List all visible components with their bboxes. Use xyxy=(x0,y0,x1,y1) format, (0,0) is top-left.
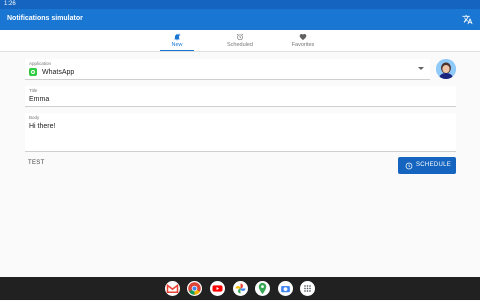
alarm-clock-icon xyxy=(236,33,244,41)
avatar[interactable] xyxy=(436,59,456,79)
maps-icon[interactable] xyxy=(255,281,270,296)
tab-new-label: New xyxy=(171,42,183,48)
status-bar: 1:26 xyxy=(0,0,480,9)
camera-icon[interactable] xyxy=(278,281,293,296)
tab-favorites[interactable]: Favorites xyxy=(268,30,338,51)
test-button[interactable]: TEST xyxy=(28,160,45,166)
clock-icon xyxy=(405,162,413,169)
status-time: 1:26 xyxy=(4,1,16,7)
schedule-label: SCHEDULE xyxy=(416,162,452,168)
application-label: Application xyxy=(29,61,52,66)
youtube-icon[interactable] xyxy=(210,281,225,296)
title-label: Title xyxy=(29,88,38,93)
application-select[interactable]: Application WhatsApp xyxy=(25,59,430,80)
heart-icon xyxy=(299,34,307,41)
title-field[interactable]: Title Emma xyxy=(25,86,456,107)
app-title: Notifications simulator xyxy=(7,15,83,22)
whatsapp-icon xyxy=(29,68,37,76)
tab-scheduled-label: Scheduled xyxy=(227,42,253,48)
app-bar: Notifications simulator xyxy=(0,9,480,30)
translate-icon[interactable] xyxy=(462,14,473,25)
tab-new[interactable]: New xyxy=(142,30,212,51)
schedule-button[interactable]: SCHEDULE xyxy=(398,157,456,174)
application-value: WhatsApp xyxy=(42,69,75,76)
body-value: Hi there! xyxy=(29,123,56,130)
body-field[interactable]: Body Hi there! xyxy=(25,113,456,152)
tab-favorites-label: Favorites xyxy=(291,42,315,48)
taskbar xyxy=(0,277,480,300)
dropdown-arrow-icon[interactable] xyxy=(418,67,424,70)
app-drawer-icon[interactable] xyxy=(300,281,315,296)
title-value: Emma xyxy=(29,96,50,103)
chrome-icon[interactable] xyxy=(187,281,202,296)
tab-scheduled[interactable]: Scheduled xyxy=(205,30,275,51)
tab-bar: New Scheduled Favorites xyxy=(0,30,480,52)
gmail-icon[interactable] xyxy=(165,281,180,296)
avatar-image xyxy=(436,59,456,79)
photos-icon[interactable] xyxy=(233,281,248,296)
bell-plus-icon xyxy=(174,33,181,41)
body-label: Body xyxy=(29,115,40,120)
